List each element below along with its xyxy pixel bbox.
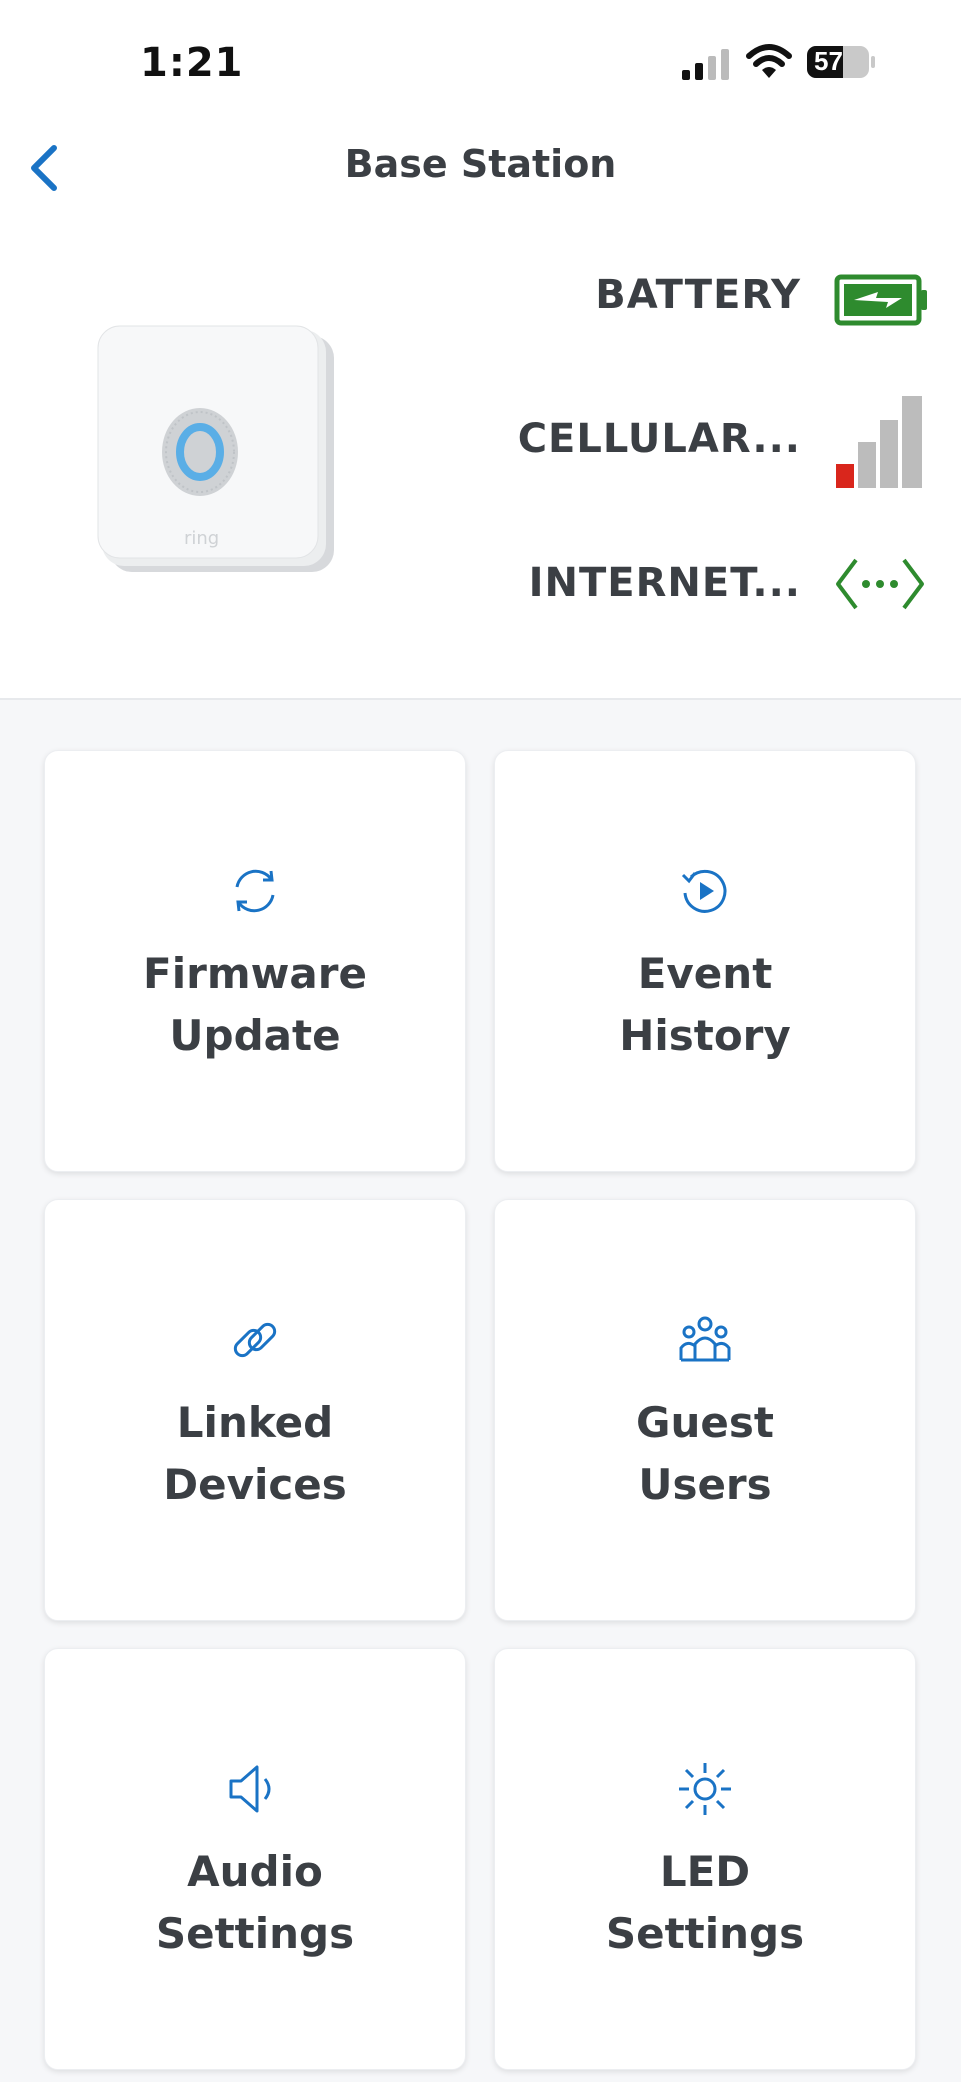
- status-time: 1:21: [140, 40, 244, 86]
- cell-signal-icon: [682, 49, 729, 80]
- history-play-icon: [681, 869, 727, 913]
- tile-label-line1: Guest: [636, 1398, 774, 1447]
- refresh-icon: [235, 869, 275, 913]
- wifi-icon: [746, 44, 792, 78]
- users-group-icon: [679, 1316, 731, 1362]
- tile-label-line1: Linked: [176, 1398, 334, 1447]
- tile-label-line1: Audio: [187, 1847, 323, 1896]
- tile-label-line2: Devices: [163, 1460, 347, 1509]
- cellular-status-label: CELLULAR...: [517, 416, 801, 462]
- tile-label-line2: Settings: [155, 1909, 355, 1958]
- battery-status-label: BATTERY: [595, 272, 801, 318]
- tile-label-line1: Firmware: [143, 949, 367, 998]
- tile-label: Audio Settings: [45, 1841, 465, 1965]
- guest-users-tile[interactable]: Guest Users: [494, 1199, 916, 1621]
- battery-charging-icon: [834, 274, 927, 326]
- tile-label-line1: Event: [637, 949, 773, 998]
- tile-label: Event History: [495, 943, 915, 1067]
- link-icon: [233, 1322, 277, 1358]
- tile-label-line2: Settings: [605, 1909, 805, 1958]
- tile-label-line2: History: [619, 1011, 791, 1060]
- tile-label: Firmware Update: [45, 943, 465, 1067]
- device-logo: ring: [184, 528, 220, 549]
- speaker-icon: [229, 1765, 271, 1813]
- tile-label-line2: Update: [169, 1011, 341, 1060]
- linked-devices-tile[interactable]: Linked Devices: [44, 1199, 466, 1621]
- tile-label-line2: Users: [638, 1460, 772, 1509]
- battery-level: 57: [814, 46, 843, 76]
- internet-connection-icon: [836, 558, 924, 610]
- audio-settings-tile[interactable]: Audio Settings: [44, 1648, 466, 2070]
- page-title: Base Station: [344, 142, 617, 186]
- firmware-update-tile[interactable]: Firmware Update: [44, 750, 466, 1172]
- battery-status-icon: 57: [806, 44, 876, 80]
- tile-label-line1: LED: [659, 1847, 751, 1896]
- tile-label: Linked Devices: [45, 1392, 465, 1516]
- tile-label: LED Settings: [495, 1841, 915, 1965]
- cellular-signal-icon: [836, 396, 922, 488]
- event-history-tile[interactable]: Event History: [494, 750, 916, 1172]
- tile-label: Guest Users: [495, 1392, 915, 1516]
- base-station-image: ring: [88, 320, 348, 590]
- led-settings-tile[interactable]: LED Settings: [494, 1648, 916, 2070]
- header-panel: 1:21 57 Base Station ring BATTERY CELLUL…: [0, 0, 961, 700]
- internet-status-label: INTERNET...: [528, 560, 801, 606]
- sun-icon: [679, 1763, 731, 1815]
